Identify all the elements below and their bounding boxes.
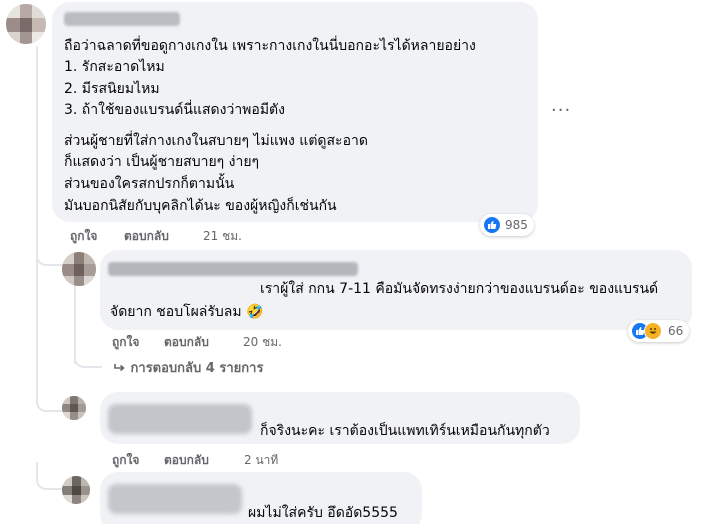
commenter-name[interactable] (64, 12, 180, 26)
comment-text: ถือว่าฉลาดที่ขอดูกางเกงใน เพราะกางเกงในน… (64, 38, 476, 54)
comment-text: เราผู้ใส่ กกน 7-11 คือมันจัดทรงง่ายกว่าข… (260, 281, 659, 297)
like-button[interactable]: ถูกใจ (70, 228, 97, 244)
reaction-summary[interactable]: 985 (480, 214, 534, 236)
comment-timestamp[interactable]: 20 ชม. (243, 334, 282, 350)
comment-text: ผมไม่ใส่ครับ อึดอัด5555 (248, 505, 398, 521)
commenter-name[interactable] (108, 262, 358, 276)
thread-line (36, 46, 38, 401)
comment-text: ส่วนผู้ชายที่ใส่กางเกงในสบายๆ ไม่แพง แต่… (64, 133, 368, 149)
commenter-name[interactable] (108, 404, 252, 434)
reply-button[interactable]: ตอบกลับ (164, 452, 209, 468)
avatar[interactable] (62, 252, 96, 286)
comment-text: ก็แสดงว่า เป็นผู้ชายสบายๆ ง่ายๆ (64, 154, 260, 170)
thread-connector (36, 384, 62, 412)
reply-button[interactable]: ตอบกลับ (164, 334, 209, 350)
avatar[interactable] (62, 476, 90, 504)
more-options-icon[interactable]: ··· (551, 100, 571, 121)
comment-text: มันบอกนิสัยกับบุคลิกได้นะ ของผู้หญิงก็เช… (64, 198, 337, 214)
reply-button[interactable]: ตอบกลับ (124, 228, 169, 244)
commenter-name[interactable] (108, 484, 242, 514)
comment-timestamp[interactable]: 2 นาที (244, 452, 278, 468)
like-button[interactable]: ถูกใจ (112, 452, 139, 468)
like-reaction-icon (483, 216, 501, 234)
reaction-count: 985 (505, 218, 528, 232)
reply-arrow-icon (114, 361, 131, 376)
thread-connector (36, 238, 62, 266)
view-replies-link[interactable]: การตอบกลับ 4 รายการ (114, 361, 263, 377)
thread-connector (74, 344, 102, 368)
comment-text: 1. รักสะอาดไหม (64, 59, 165, 75)
comment-text: 2. มีรสนิยมไหม (64, 81, 160, 97)
haha-reaction-icon (644, 322, 662, 340)
comment-text: ส่วนของใครสกปรกก็ตามนั้น (64, 176, 235, 192)
avatar[interactable] (62, 396, 86, 420)
comment-text: 3. ถ้าใช้ของแบรนด์นี่แสดงว่าพอมีตัง (64, 102, 285, 118)
reaction-count: 66 (668, 324, 684, 338)
comment-timestamp[interactable]: 21 ชม. (203, 228, 242, 244)
thread-connector (36, 462, 62, 490)
comment-text: จัดยาก ชอบโผล่รับลม 🤣 (110, 304, 264, 320)
view-replies-label: การตอบกลับ 4 รายการ (130, 361, 264, 376)
reaction-summary[interactable]: 66 (628, 320, 690, 342)
comment-text: ก็จริงนะคะ เราต้องเป็นแพทเทิร์นเหมือนกัน… (260, 423, 550, 439)
like-button[interactable]: ถูกใจ (112, 334, 139, 350)
avatar[interactable] (6, 4, 46, 44)
